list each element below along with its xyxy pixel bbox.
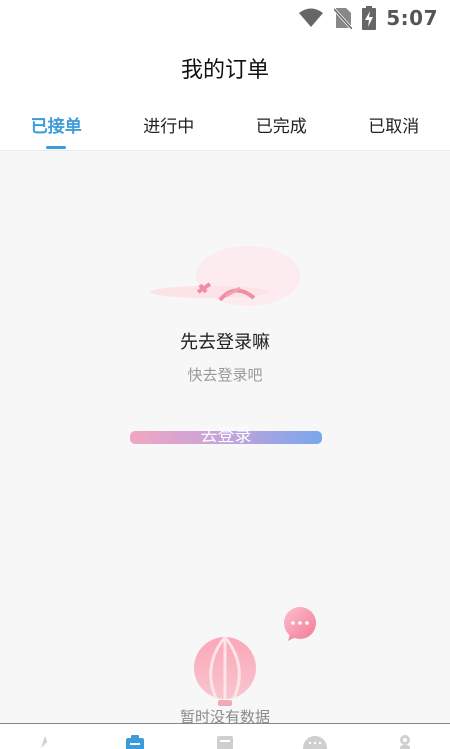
- chat-bubble-icon: [284, 607, 316, 641]
- tab-accepted[interactable]: 已接单: [0, 112, 113, 149]
- go-login-button[interactable]: 去登录: [130, 426, 322, 446]
- go-login-label: 去登录: [200, 426, 252, 446]
- tab-divider: [0, 150, 450, 151]
- status-bar: 5:07: [0, 0, 450, 36]
- tab-cancelled[interactable]: 已取消: [338, 112, 450, 148]
- message-icon: [303, 736, 327, 749]
- page-title: 我的订单: [180, 58, 269, 83]
- empty-title: 先去登录嘛: [180, 332, 270, 353]
- nav-home[interactable]: [25, 724, 65, 749]
- empty-subtitle: 快去登录吧: [187, 366, 263, 384]
- login-illustration-icon: [150, 246, 300, 306]
- tab-label: 已接单: [30, 117, 82, 137]
- nav-orders[interactable]: [115, 724, 155, 749]
- nav-list[interactable]: [205, 724, 245, 749]
- tab-in-progress[interactable]: 进行中: [113, 112, 226, 148]
- list-icon: [217, 736, 233, 749]
- battery-charging-icon: [362, 6, 377, 30]
- tab-completed[interactable]: 已完成: [225, 112, 338, 148]
- no-sim-icon: [334, 7, 353, 29]
- tab-label: 进行中: [143, 117, 195, 137]
- nav-message[interactable]: [295, 724, 335, 749]
- tab-label: 已取消: [368, 117, 420, 137]
- profile-icon: [400, 735, 410, 749]
- tab-indicator: [46, 146, 67, 149]
- order-tabs: 已接单 进行中 已完成 已取消: [0, 112, 450, 149]
- wifi-icon: [299, 8, 324, 27]
- home-icon: [41, 736, 47, 748]
- tab-label: 已完成: [255, 117, 307, 137]
- nav-profile[interactable]: [385, 724, 425, 749]
- top-area: 5:07 我的订单 已接单 进行中 已完成 已取消: [0, 0, 450, 150]
- hot-air-balloon-icon: [194, 636, 256, 706]
- status-time: 5:07: [386, 6, 438, 30]
- bottom-nav: [0, 723, 450, 749]
- orders-icon: [126, 735, 144, 749]
